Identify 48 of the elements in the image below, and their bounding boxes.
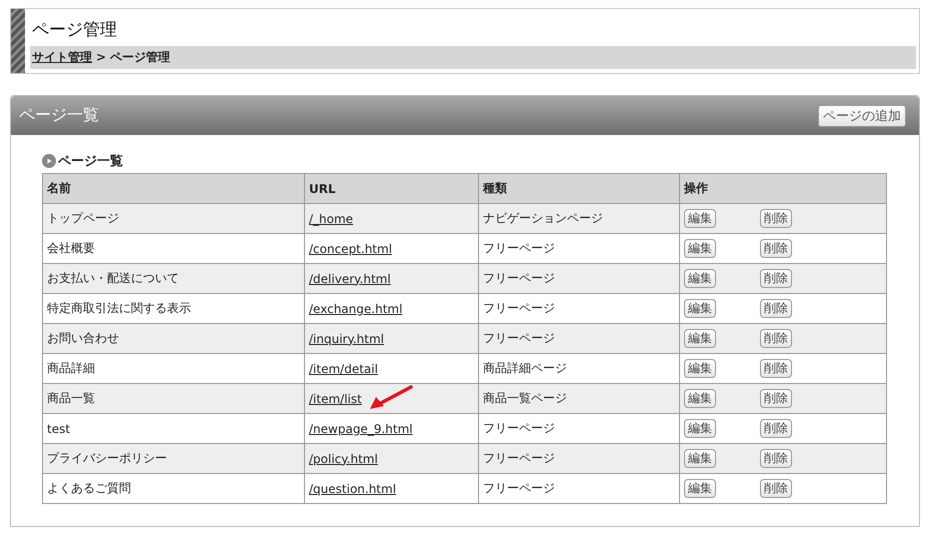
section-title: ページ一覧 xyxy=(58,153,123,170)
edit-button[interactable]: 編集 xyxy=(684,299,716,318)
table-cell: トップページ xyxy=(42,204,304,234)
edit-button[interactable]: 編集 xyxy=(684,419,716,438)
striped-bar xyxy=(11,9,25,73)
column-header: 操作 xyxy=(680,174,886,204)
delete-button[interactable]: 削除 xyxy=(760,419,792,438)
url-link[interactable]: /_home xyxy=(309,212,354,226)
table-cell: よくあるご質問 xyxy=(42,474,304,504)
add-page-button[interactable]: ページの追加 xyxy=(818,104,906,126)
delete-button[interactable]: 削除 xyxy=(760,299,792,318)
table-cell: プライバシーポリシー xyxy=(42,444,304,474)
delete-button[interactable]: 削除 xyxy=(760,389,792,408)
table-cell: お支払い・配送について xyxy=(42,264,304,294)
table-cell: フリーページ xyxy=(478,444,680,474)
edit-button[interactable]: 編集 xyxy=(684,239,716,258)
play-circle-icon xyxy=(42,154,56,168)
delete-button[interactable]: 削除 xyxy=(760,239,792,258)
table-cell: 商品一覧ページ xyxy=(478,384,680,414)
column-header: 名前 xyxy=(42,174,304,204)
delete-button[interactable]: 削除 xyxy=(760,329,792,348)
edit-button[interactable]: 編集 xyxy=(684,329,716,348)
delete-button[interactable]: 削除 xyxy=(760,449,792,468)
table-cell: フリーページ xyxy=(478,324,680,354)
edit-button[interactable]: 編集 xyxy=(684,269,716,288)
edit-button[interactable]: 編集 xyxy=(684,389,716,408)
column-header: 種類 xyxy=(478,174,680,204)
edit-button[interactable]: 編集 xyxy=(684,359,716,378)
table-cell: ナビゲーションページ xyxy=(478,204,680,234)
panel-title: ページ一覧 xyxy=(19,105,99,126)
edit-button[interactable]: 編集 xyxy=(684,209,716,228)
delete-button[interactable]: 削除 xyxy=(760,359,792,378)
delete-button[interactable]: 削除 xyxy=(760,269,792,288)
table-cell: お問い合わせ xyxy=(42,324,304,354)
url-link[interactable]: /policy.html xyxy=(309,452,378,466)
table-cell: 商品一覧 xyxy=(42,384,304,414)
edit-button[interactable]: 編集 xyxy=(684,479,716,498)
page-title: ページ管理 xyxy=(32,19,118,41)
edit-button[interactable]: 編集 xyxy=(684,449,716,468)
column-header: URL xyxy=(304,174,478,204)
url-link[interactable]: /item/detail xyxy=(309,362,378,376)
delete-button[interactable]: 削除 xyxy=(760,209,792,228)
table-cell: フリーページ xyxy=(478,474,680,504)
breadcrumb-link[interactable]: サイト管理 xyxy=(32,49,92,66)
url-link[interactable]: /item/list xyxy=(309,392,362,406)
delete-button[interactable]: 削除 xyxy=(760,479,792,498)
table-cell: フリーページ xyxy=(478,264,680,294)
breadcrumb-current: > ページ管理 xyxy=(96,49,170,66)
